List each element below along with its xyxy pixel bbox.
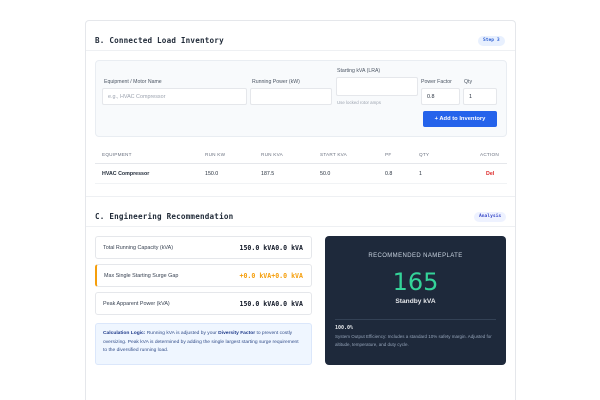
peak-apparent-power-card: Peak Apparent Power (kVA) 150.0 kVA0.0 k… bbox=[95, 292, 312, 315]
metric-value: +0.0 kVA+0.0 kVA bbox=[239, 272, 303, 280]
total-running-capacity-card: Total Running Capacity (kVA) 150.0 kVA0.… bbox=[95, 236, 312, 259]
section-c-divider bbox=[86, 226, 515, 227]
column-header: PF bbox=[385, 152, 392, 157]
qty-label: Qty bbox=[464, 79, 473, 85]
pf-cell: 0.8 bbox=[385, 171, 393, 177]
column-header: RUN KVA bbox=[261, 152, 283, 157]
qty-cell: 1 bbox=[419, 171, 422, 177]
recommended-unit: Standby kVA bbox=[395, 298, 436, 305]
logic-lead: Calculation Logic: bbox=[103, 331, 146, 336]
section-b-divider bbox=[86, 50, 515, 51]
starting-kva-hint: Use locked rotor amps bbox=[337, 100, 381, 105]
power-factor-input[interactable]: 0.8 bbox=[421, 88, 460, 105]
section-separator bbox=[86, 196, 515, 197]
column-header: EQUIPMENT bbox=[102, 152, 132, 157]
calculation-logic-note: Calculation Logic: Running kVA is adjust… bbox=[95, 323, 312, 365]
running-power-input[interactable] bbox=[250, 88, 332, 105]
column-header: START KVA bbox=[320, 152, 347, 157]
efficiency-value: 100.0% bbox=[335, 325, 354, 331]
step-badge: Step 3 bbox=[478, 36, 505, 46]
delete-row-button[interactable]: Del bbox=[486, 171, 494, 177]
diversity-factor-term: Diversity Factor bbox=[218, 331, 256, 336]
table-header: EQUIPMENT RUN KW RUN KVA START KVA PF QT… bbox=[95, 146, 507, 164]
recommended-nameplate-card: RECOMMENDED NAMEPLATE 165 Standby kVA 10… bbox=[325, 236, 506, 365]
metric-label: Peak Apparent Power (kVA) bbox=[103, 301, 170, 307]
recommendation-divider bbox=[335, 319, 496, 320]
column-header: QTY bbox=[419, 152, 430, 157]
qty-input[interactable]: 1 bbox=[463, 88, 497, 105]
equipment-label: Equipment / Motor Name bbox=[104, 79, 162, 85]
logic-text: Running kVA is adjusted by your bbox=[145, 331, 219, 336]
table-row: HVAC Compressor 150.0 187.5 50.0 0.8 1 D… bbox=[95, 164, 507, 184]
max-surge-gap-card: Max Single Starting Surge Gap +0.0 kVA+0… bbox=[95, 264, 312, 287]
run-kva-cell: 187.5 bbox=[261, 171, 275, 177]
efficiency-note: System Output Efficiency: Includes a sta… bbox=[335, 334, 492, 347]
analysis-badge: Analysis bbox=[474, 212, 507, 222]
metric-value: 150.0 kVA0.0 kVA bbox=[239, 300, 303, 308]
equipment-name-input[interactable]: e.g., HVAC Compressor bbox=[102, 88, 247, 105]
section-b-title: B. Connected Load Inventory bbox=[95, 36, 224, 45]
start-kva-cell: 50.0 bbox=[320, 171, 331, 177]
starting-kva-label: Starting kVA (LRA) bbox=[337, 68, 381, 74]
add-to-inventory-button[interactable]: + Add to Inventory bbox=[423, 111, 497, 127]
running-power-label: Running Power (kW) bbox=[252, 79, 300, 85]
power-factor-label: Power Factor bbox=[421, 79, 452, 85]
column-header: ACTION bbox=[480, 152, 499, 157]
run-kw-cell: 150.0 bbox=[205, 171, 219, 177]
column-header: RUN KW bbox=[205, 152, 226, 157]
equipment-cell: HVAC Compressor bbox=[102, 171, 150, 177]
metric-label: Max Single Starting Surge Gap bbox=[104, 273, 179, 279]
recommendation-title: RECOMMENDED NAMEPLATE bbox=[368, 253, 463, 259]
metric-label: Total Running Capacity (kVA) bbox=[103, 245, 174, 251]
metric-value: 150.0 kVA0.0 kVA bbox=[239, 244, 303, 252]
recommended-kva-value: 165 bbox=[392, 268, 439, 296]
section-c-title: C. Engineering Recommendation bbox=[95, 212, 234, 221]
starting-kva-input[interactable] bbox=[336, 77, 418, 96]
